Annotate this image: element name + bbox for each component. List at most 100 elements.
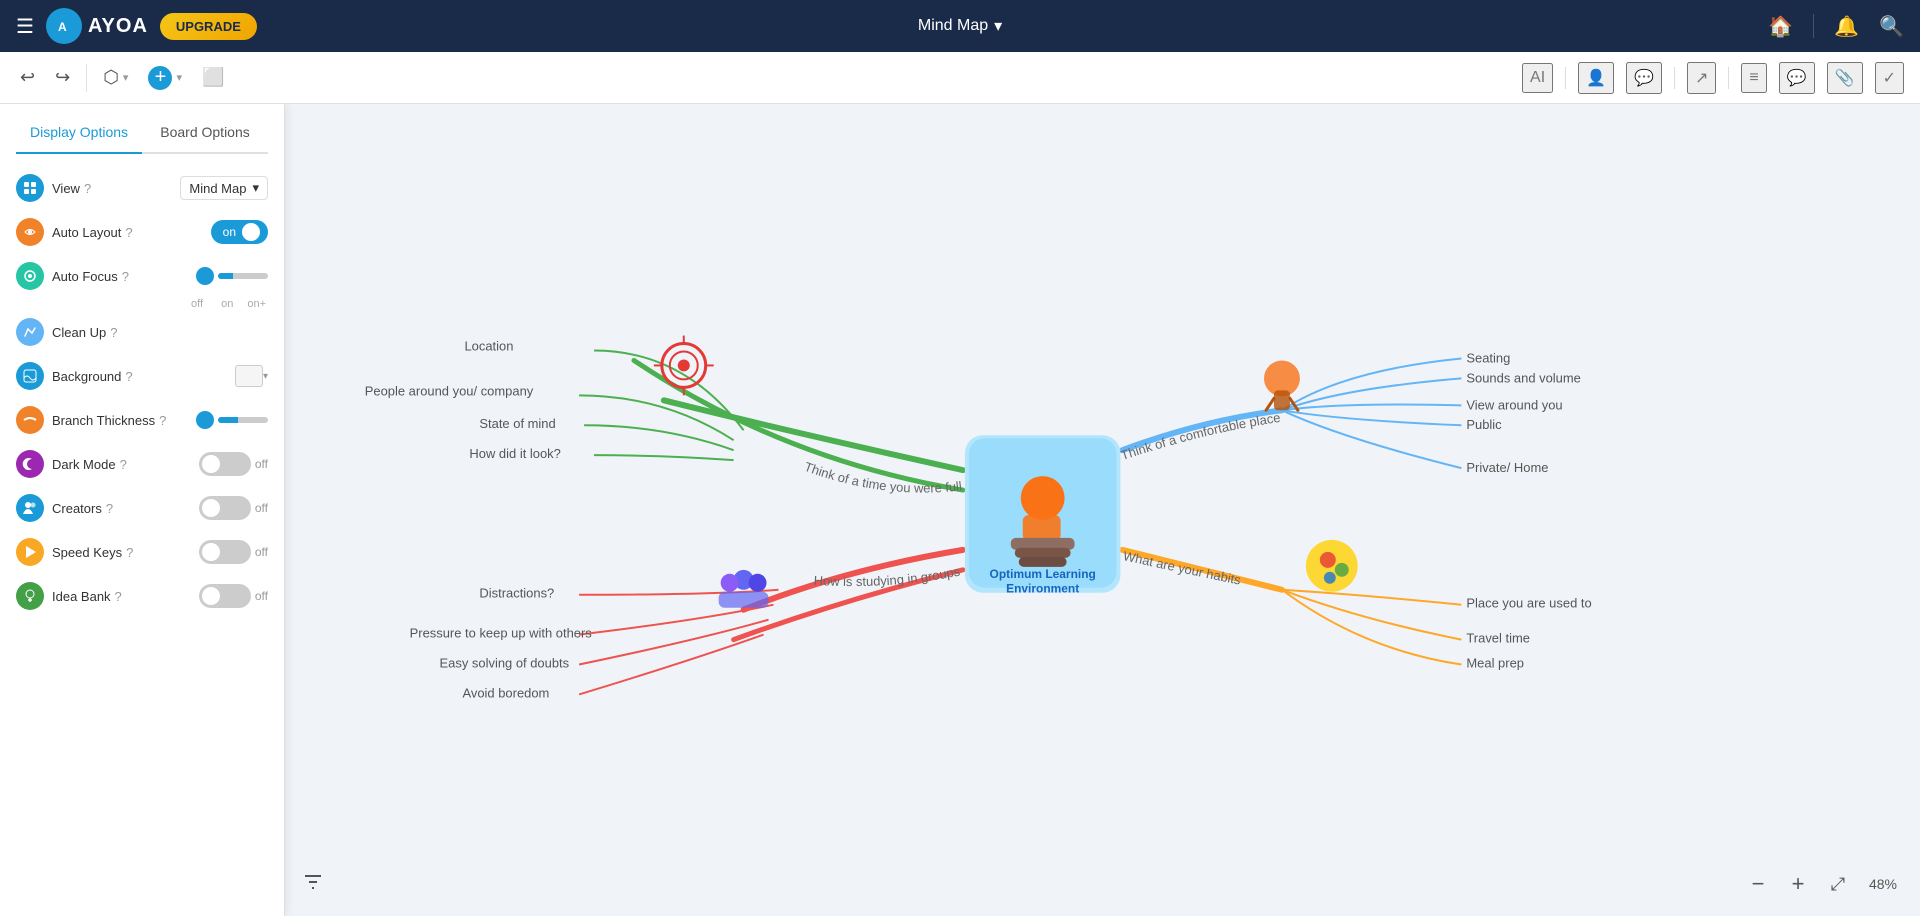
add-button[interactable]: + ▾ [144,62,186,94]
toolbar-sep-4 [1728,67,1729,89]
background-control[interactable]: ▾ [235,365,268,387]
ayoa-logo: A AYOA [46,8,148,44]
ai-button[interactable]: AI [1522,63,1553,93]
speed-keys-icon [16,538,44,566]
tab-display-options[interactable]: Display Options [16,120,142,154]
filter-button[interactable] [301,870,325,900]
dark-mode-control[interactable]: off [199,452,268,476]
svg-text:Seating: Seating [1466,350,1510,365]
bottom-toolbar [301,870,325,900]
attach-button[interactable]: 📎 [1827,62,1863,94]
logo-mark: A [46,8,82,44]
check-button[interactable]: ✓ [1875,62,1904,94]
message-button[interactable]: 💬 [1779,62,1815,94]
nav-left: ☰ A AYOA UPGRADE [16,8,257,44]
comment-icon: 💬 [1634,70,1654,87]
view-control[interactable]: Mind Map ▾ [180,176,268,200]
document-title[interactable]: Mind Map ▾ [918,16,1002,36]
toolbar-sep-3 [1674,67,1675,89]
branch-thickness-control[interactable] [196,411,268,429]
auto-focus-label-off: off [191,298,203,310]
panel-row-auto-layout: Auto Layout ? on [16,218,268,246]
notification-icon[interactable]: 🔔 [1834,14,1859,39]
auto-layout-help-icon[interactable]: ? [125,225,132,240]
add-user-button[interactable]: 👤 [1578,62,1614,94]
search-icon[interactable]: 🔍 [1879,14,1904,39]
idea-bank-off-label: off [255,589,268,603]
clean-up-help-icon[interactable]: ? [110,325,117,340]
svg-text:What are your habits: What are your habits [1122,548,1243,588]
auto-layout-icon [16,218,44,246]
auto-layout-toggle[interactable]: on [211,220,268,244]
view-value: Mind Map [189,181,246,196]
panel-row-idea-bank: Idea Bank ? off [16,582,268,610]
tab-board-options[interactable]: Board Options [142,120,268,144]
dark-mode-icon [16,450,44,478]
idea-bank-help-icon[interactable]: ? [115,589,122,604]
branch-thickness-track [218,417,268,423]
auto-focus-label: Auto Focus ? [52,269,188,284]
background-chevron-icon[interactable]: ▾ [263,371,268,382]
creators-icon [16,494,44,522]
creators-slider [199,496,251,520]
svg-text:Easy solving of doubts: Easy solving of doubts [440,656,570,671]
idea-bank-toggle[interactable] [199,584,251,608]
canvas-area[interactable]: Location People around you/ company Stat… [285,104,1920,916]
svg-text:Distractions?: Distractions? [479,586,554,601]
creators-toggle[interactable] [199,496,251,520]
background-help-icon[interactable]: ? [125,369,132,384]
speed-keys-help-icon[interactable]: ? [126,545,133,560]
panel-row-background: Background ? ▾ [16,362,268,390]
zoom-out-icon: − [1752,871,1765,897]
auto-layout-label: Auto Layout ? [52,225,203,240]
auto-layout-control[interactable]: on [211,220,268,244]
svg-text:Avoid boredom: Avoid boredom [462,685,549,700]
auto-focus-control[interactable] [196,267,268,285]
comment-button[interactable]: 💬 [1626,62,1662,94]
nav-right: 🏠 🔔 🔍 [1768,14,1904,39]
dark-mode-toggle[interactable] [199,452,251,476]
zoom-in-button[interactable]: + [1782,868,1814,900]
zoom-expand-button[interactable]: ⤢ [1822,868,1854,900]
redo-button[interactable]: ↪ [51,63,74,92]
branch-thickness-slider[interactable] [196,411,268,429]
upgrade-button[interactable]: UPGRADE [160,13,257,40]
auto-focus-label-on: on [221,298,233,310]
creators-help-icon[interactable]: ? [106,501,113,516]
auto-focus-dot [196,267,214,285]
export-button[interactable]: ↗ [1687,62,1716,94]
hamburger-icon[interactable]: ☰ [16,14,34,39]
dark-mode-help-icon[interactable]: ? [120,457,127,472]
view-dropdown[interactable]: Mind Map ▾ [180,176,268,200]
top-nav: ☰ A AYOA UPGRADE Mind Map ▾ 🏠 🔔 🔍 [0,0,1920,52]
zoom-out-button[interactable]: − [1742,868,1774,900]
auto-focus-help-icon[interactable]: ? [122,269,129,284]
clean-up-icon [16,318,44,346]
svg-text:A: A [58,20,67,34]
creators-label: Creators ? [52,501,191,516]
svg-text:State of mind: State of mind [479,416,555,431]
idea-bank-label: Idea Bank ? [52,589,191,604]
export-icon: ↗ [1695,70,1708,87]
branch-thickness-help-icon[interactable]: ? [159,413,166,428]
frame-button[interactable]: ⬜ [198,63,228,92]
idea-bank-control[interactable]: off [199,584,268,608]
check-icon: ✓ [1883,70,1896,87]
auto-focus-slider[interactable] [196,267,268,285]
speed-keys-label: Speed Keys ? [52,545,191,560]
home-icon[interactable]: 🏠 [1768,14,1793,39]
undo-button[interactable]: ↩ [16,63,39,92]
view-help-icon[interactable]: ? [84,181,91,196]
panel-tabs: Display Options Board Options [16,120,268,154]
auto-focus-label-onplus: on+ [247,298,266,310]
creators-control[interactable]: off [199,496,268,520]
background-color-swatch[interactable] [235,365,263,387]
list-button[interactable]: ≡ [1741,63,1766,93]
toolbar-left: ↩ ↪ ⬡ ▾ + ▾ ⬜ [16,62,228,94]
shape-button[interactable]: ⬡ ▾ [99,63,132,92]
main-area: Display Options Board Options View ? Min… [0,104,1920,916]
speed-keys-control[interactable]: off [199,540,268,564]
branch-thickness-icon [16,406,44,434]
speed-keys-off-label: off [255,545,268,559]
speed-keys-toggle[interactable] [199,540,251,564]
